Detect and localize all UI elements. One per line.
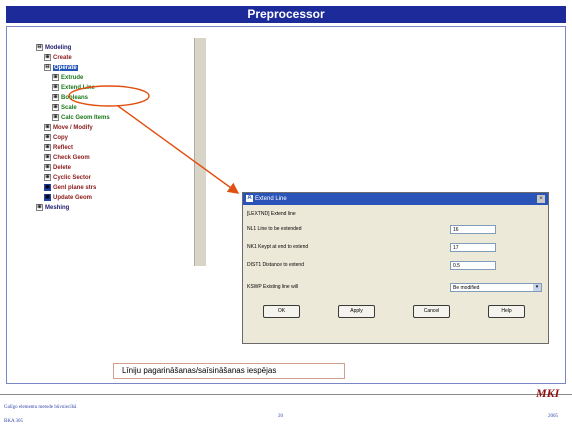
field-label-nl1: NL1 Line to be extended xyxy=(247,226,302,232)
footer-course-code: BKA 305 xyxy=(4,419,24,424)
page-number: 20 xyxy=(278,414,283,419)
cancel-button[interactable]: Cancel xyxy=(413,305,450,318)
apply-button[interactable]: Apply xyxy=(338,305,375,318)
extend-line-dialog: A Extend Line × [LEXTND] Extend line NL1 … xyxy=(242,192,549,344)
kswp-select-value: Be modified xyxy=(453,285,480,291)
dialog-title-bar[interactable]: A Extend Line × xyxy=(243,193,548,205)
field-label-nk1: NK1 Keypt at end to extend xyxy=(247,244,309,250)
nk1-input[interactable]: 17 xyxy=(450,243,496,252)
pointer-arrow xyxy=(117,105,240,194)
dist1-input[interactable]: 0.5 xyxy=(450,261,496,270)
field-label-kswp: KSWP Existing line will xyxy=(247,284,299,290)
dialog-command: [LEXTND] Extend line xyxy=(247,211,296,217)
institute-logo: MKI xyxy=(536,386,560,400)
chevron-down-icon[interactable]: ▾ xyxy=(533,284,541,291)
ok-button[interactable]: OK xyxy=(263,305,300,318)
caption-box: Līniju pagarināšanas/saīsināšanas iespēj… xyxy=(113,363,345,379)
nl1-input[interactable]: 16 xyxy=(450,225,496,234)
footer-course-title: Galīgo elementu metode būvniecībā xyxy=(4,405,77,410)
field-label-dist1: DIST1 Distance to extend xyxy=(247,262,304,268)
footer-divider xyxy=(0,394,572,395)
footer-year: 2005 xyxy=(548,414,558,419)
close-icon[interactable]: × xyxy=(537,195,545,203)
highlight-ellipse xyxy=(68,85,150,107)
dialog-title: Extend Line xyxy=(255,196,287,202)
slide: Preprocessor ⊟ Modeling ⊞ Create ⊟ Operate … xyxy=(0,0,572,428)
kswp-select[interactable]: Be modified ▾ xyxy=(450,283,542,292)
help-button[interactable]: Help xyxy=(488,305,525,318)
ansys-logo-icon: A xyxy=(246,194,253,202)
